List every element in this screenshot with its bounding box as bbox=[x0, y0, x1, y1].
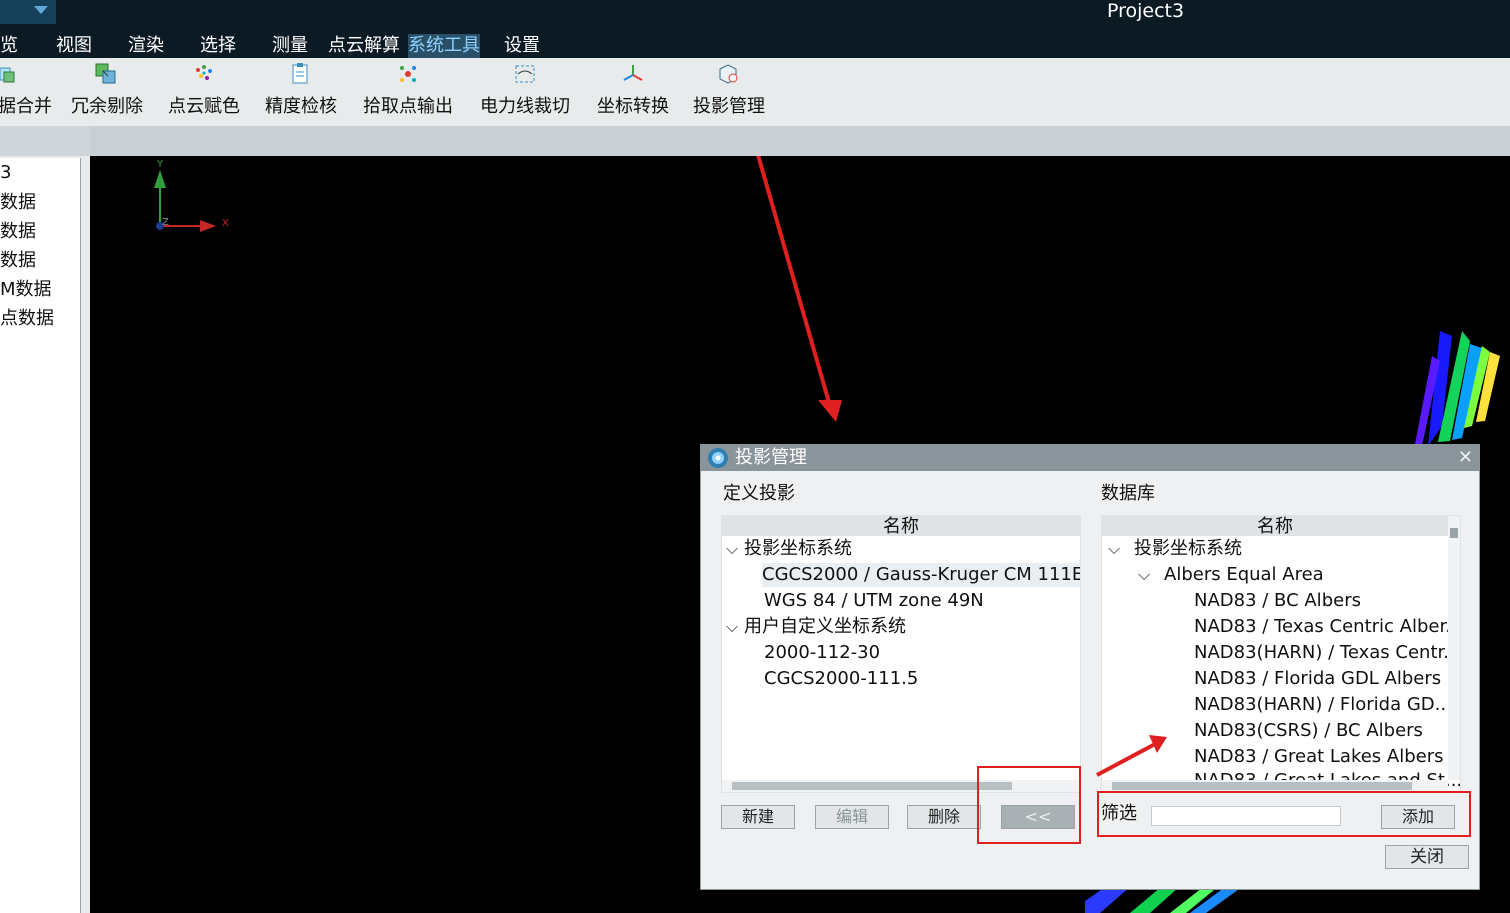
tool-projection-manage[interactable]: 投影管理 bbox=[686, 58, 772, 126]
tree-item[interactable]: 点数据 bbox=[0, 308, 54, 330]
axis-gizmo: Y X Z bbox=[154, 159, 229, 232]
defined-projection-label: 定义投影 bbox=[723, 483, 795, 504]
project-tree: 3 数据 数据 数据 M数据 点数据 bbox=[0, 158, 81, 913]
annotation-arrow-2 bbox=[1096, 735, 1167, 777]
dialog-titlebar: 投影管理 ✕ bbox=[701, 445, 1479, 471]
menu-system-tools[interactable]: 系统工具 bbox=[408, 34, 480, 58]
quick-access-dropdown[interactable] bbox=[0, 0, 56, 24]
tree-item[interactable]: NAD83(HARN) / Florida GD... bbox=[1194, 693, 1452, 717]
new-button[interactable]: 新建 bbox=[721, 805, 795, 829]
tree-item[interactable]: NAD83 / BC Albers bbox=[1194, 589, 1361, 613]
menu-browse[interactable]: 览 bbox=[0, 34, 18, 58]
tree-item[interactable]: NAD83(HARN) / Texas Centr... bbox=[1194, 641, 1460, 665]
tree-item[interactable]: NAD83(CSRS) / BC Albers bbox=[1194, 719, 1423, 743]
chevron-down-icon[interactable]: ⌵ bbox=[1138, 563, 1150, 587]
tree-item-selected[interactable]: CGCS2000 / Gauss-Kruger CM 111E bbox=[762, 563, 1080, 587]
tree-group-projected[interactable]: 投影坐标系统 bbox=[1134, 537, 1242, 561]
tool-accuracy-check[interactable]: 精度检核 bbox=[258, 58, 344, 126]
merge-data-icon bbox=[0, 67, 15, 83]
close-button[interactable]: 关闭 bbox=[1385, 845, 1469, 869]
chevron-down-icon[interactable]: ⌵ bbox=[726, 615, 738, 639]
toolbar: 据合并 冗余剔除 点云赋色 精度检核 拾取点输出 电力线裁切 坐标转换 投影管理 bbox=[0, 58, 1510, 126]
menu-settings[interactable]: 设置 bbox=[504, 34, 540, 58]
chevron-down-icon bbox=[34, 6, 48, 14]
vertical-scrollbar[interactable] bbox=[1448, 516, 1460, 780]
tool-coordinate-transform[interactable]: 坐标转换 bbox=[590, 58, 676, 126]
scrollbar-thumb[interactable] bbox=[1112, 782, 1412, 790]
projection-manager-dialog: 投影管理 ✕ 定义投影 数据库 名称 ⌵ 投影坐标系统 CGCS2000 / G… bbox=[700, 444, 1480, 890]
menu-select[interactable]: 选择 bbox=[200, 34, 236, 58]
annotation-box bbox=[1097, 791, 1471, 837]
close-icon[interactable]: ✕ bbox=[1458, 446, 1473, 470]
tree-group-projected[interactable]: 投影坐标系统 bbox=[744, 537, 852, 561]
tree-subgroup-albers[interactable]: Albers Equal Area bbox=[1164, 563, 1324, 587]
pick-point-icon bbox=[400, 66, 416, 82]
viewport-header bbox=[90, 126, 1510, 156]
redundancy-remove-icon bbox=[95, 63, 116, 84]
edit-button[interactable]: 编辑 bbox=[815, 805, 889, 829]
tree-item[interactable]: 数据 bbox=[0, 221, 36, 243]
scrollbar-thumb[interactable] bbox=[1450, 528, 1458, 538]
powerline-clip-icon bbox=[515, 65, 535, 83]
axis-z-label: Z bbox=[162, 217, 169, 228]
panel-header bbox=[0, 126, 90, 156]
menu-measure[interactable]: 测量 bbox=[272, 34, 308, 58]
dialog-title: 投影管理 bbox=[735, 447, 807, 468]
tool-merge-data[interactable]: 据合并 bbox=[0, 58, 52, 126]
tree-item[interactable]: M数据 bbox=[0, 279, 52, 301]
tree-item[interactable]: CGCS2000-111.5 bbox=[764, 667, 918, 691]
project-tree-panel: 3 数据 数据 数据 M数据 点数据 bbox=[0, 126, 90, 913]
title-bar: Project3 bbox=[0, 0, 1510, 32]
axis-y-label: Y bbox=[156, 159, 164, 170]
menu-pointcloud-solve[interactable]: 点云解算 bbox=[328, 34, 400, 58]
database-label: 数据库 bbox=[1101, 483, 1155, 504]
tree-item[interactable]: NAD83 / Florida GDL Albers bbox=[1194, 667, 1441, 691]
tool-redundancy-remove[interactable]: 冗余剔除 bbox=[66, 58, 148, 126]
point-cloud-color-icon bbox=[196, 65, 212, 80]
accuracy-check-icon bbox=[292, 63, 308, 84]
tree-item[interactable]: 2000-112-30 bbox=[764, 641, 880, 665]
tree-item[interactable]: NAD83 / Great Lakes Albers bbox=[1194, 745, 1444, 769]
tool-powerline-clip[interactable]: 电力线裁切 bbox=[472, 58, 578, 126]
tree-group-user-defined[interactable]: 用户自定义坐标系统 bbox=[744, 615, 906, 639]
tree-item[interactable]: 数据 bbox=[0, 250, 36, 272]
tree-item[interactable]: WGS 84 / UTM zone 49N bbox=[764, 589, 984, 613]
tool-pick-point[interactable]: 拾取点输出 bbox=[356, 58, 460, 126]
menu-bar: 览 视图 渲染 选择 测量 点云解算 系统工具 设置 bbox=[0, 32, 1510, 58]
annotation-box bbox=[977, 766, 1081, 844]
chevron-down-icon[interactable]: ⌵ bbox=[726, 537, 738, 561]
column-header-name[interactable]: 名称 bbox=[722, 516, 1080, 536]
menu-view[interactable]: 视图 bbox=[56, 34, 92, 58]
delete-button[interactable]: 删除 bbox=[907, 805, 981, 829]
axis-x-label: X bbox=[222, 218, 229, 229]
app-title: Project3 bbox=[1107, 0, 1185, 22]
tree-item[interactable]: NAD83 / Texas Centric Alber... bbox=[1194, 615, 1460, 639]
defined-projection-tree[interactable]: 名称 ⌵ 投影坐标系统 CGCS2000 / Gauss-Kruger CM 1… bbox=[721, 515, 1081, 793]
coordinate-transform-icon bbox=[623, 65, 643, 81]
app-logo-icon bbox=[708, 448, 728, 468]
tool-pointcloud-color[interactable]: 点云赋色 bbox=[162, 58, 246, 126]
annotation-arrow-1 bbox=[756, 156, 842, 422]
menu-render[interactable]: 渲染 bbox=[128, 34, 164, 58]
scrollbar-thumb[interactable] bbox=[732, 782, 1012, 790]
column-header-name[interactable]: 名称 bbox=[1102, 516, 1448, 536]
chevron-down-icon[interactable]: ⌵ bbox=[1108, 537, 1120, 561]
tree-item[interactable]: 数据 bbox=[0, 192, 36, 214]
tree-item-project[interactable]: 3 bbox=[0, 162, 11, 184]
projection-manage-icon bbox=[719, 64, 738, 84]
